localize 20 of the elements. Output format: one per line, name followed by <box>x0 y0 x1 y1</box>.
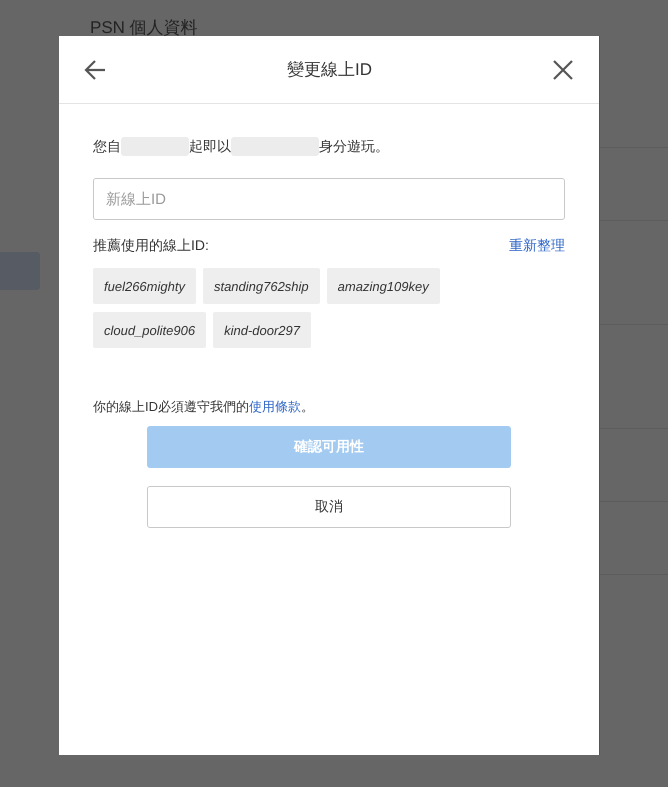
refresh-link[interactable]: 重新整理 <box>509 237 565 255</box>
suggested-id-chip[interactable]: kind-door297 <box>213 312 311 348</box>
arrow-left-icon <box>84 60 106 80</box>
page-heading: PSN 個人資料 <box>90 18 198 38</box>
suggested-id-chip[interactable]: fuel266mighty <box>93 268 196 304</box>
dialog-title: 變更線上ID <box>287 59 372 81</box>
intro-text: 您自 <box>93 137 121 156</box>
back-button[interactable] <box>84 60 106 80</box>
close-icon <box>553 60 573 80</box>
intro-text: 起即以 <box>189 137 231 156</box>
new-id-field[interactable]: 新線上ID <box>93 178 565 220</box>
cancel-button[interactable]: 取消 <box>147 486 511 528</box>
intro-text: 身分遊玩。 <box>319 137 389 156</box>
close-button[interactable] <box>553 60 573 80</box>
suggested-id-chip[interactable]: standing762ship <box>202 268 320 304</box>
terms-link[interactable]: 使用條款 <box>249 399 301 414</box>
terms-notice: 你的線上ID必須遵守我們的使用條款。 <box>93 398 315 416</box>
suggested-id-chip[interactable]: amazing109key <box>326 268 440 304</box>
suggestions-label: 推薦使用的線上ID: <box>93 237 209 255</box>
suggested-id-chip[interactable]: cloud_polite906 <box>93 312 206 348</box>
